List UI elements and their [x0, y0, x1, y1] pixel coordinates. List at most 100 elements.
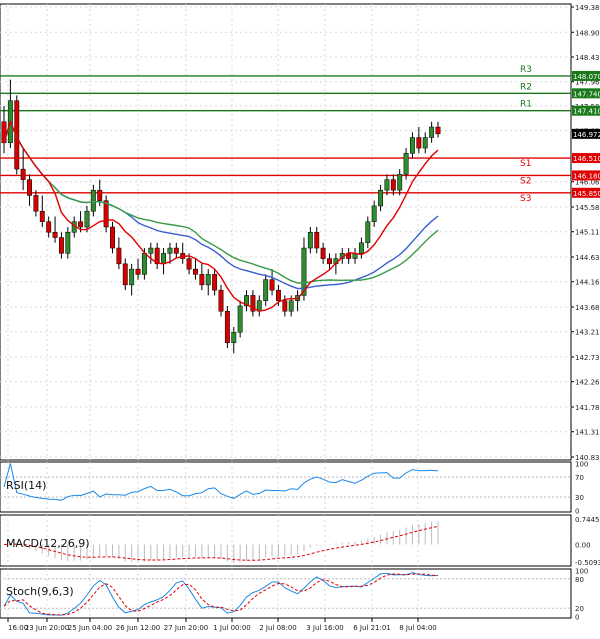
candle-body [314, 232, 320, 249]
forex-chart: 149.380148.900148.430147.960147.500147.0… [0, 0, 600, 635]
level-price-label: 146.180 [573, 172, 600, 180]
candle-body [231, 332, 237, 344]
candle-body [58, 237, 64, 254]
level-price-label: 148.070 [573, 73, 600, 81]
level-price-label: 145.850 [573, 190, 600, 198]
candle-body [52, 232, 58, 238]
candle-body [84, 210, 90, 228]
candle-body [282, 300, 288, 312]
level-name-s1: S1 [520, 159, 531, 169]
candle-body [269, 279, 275, 291]
candle-body [416, 137, 422, 149]
candle-body [39, 210, 45, 222]
price-tick-label: 148.900 [575, 29, 600, 37]
candle-body [224, 310, 230, 344]
price-tick-label: 145.110 [575, 229, 600, 237]
candle-body [410, 137, 415, 154]
rsi-title: RSI(14) [6, 479, 46, 492]
level-price-label: 147.410 [573, 108, 600, 116]
macd-title: MACD(12,26,9) [6, 537, 90, 550]
candle-body [435, 126, 441, 135]
candle-body [358, 242, 364, 254]
price-tick-label: 149.380 [575, 4, 600, 12]
price-tick-label: 141.780 [575, 404, 600, 412]
price-tick-label: 143.210 [575, 329, 600, 337]
candle-body [161, 253, 167, 265]
candle-body [116, 247, 122, 265]
candle-body [237, 305, 243, 333]
candle-body [20, 168, 26, 180]
candle-body [320, 247, 326, 259]
candle-body [390, 179, 396, 191]
stoch-axis-label: 100 [575, 567, 588, 575]
rsi-axis-label: 30 [575, 494, 584, 502]
candle-body [78, 221, 84, 228]
candle-body [27, 179, 32, 196]
candle-body [199, 274, 205, 286]
stoch-axis-label: 0 [575, 614, 579, 622]
level-price-label: 147.740 [573, 90, 600, 98]
candle-body [263, 279, 269, 301]
level-name-r3: R3 [520, 65, 532, 75]
candle-body [90, 189, 96, 212]
candle-body [173, 247, 179, 254]
chart-canvas: 149.380148.900148.430147.960147.500147.0… [0, 3, 600, 632]
time-tick-label: 6 Jul 21:01 [353, 624, 391, 632]
candle-body [397, 174, 403, 191]
time-tick-label: 1 Jul 00:00 [213, 624, 251, 632]
level-price-label: 146.510 [573, 155, 600, 163]
price-tick-label: 145.580 [575, 204, 600, 212]
candle-body [193, 268, 198, 275]
time-tick-label: 23 Jun 20:00 [25, 624, 69, 632]
candle-body [129, 268, 135, 286]
price-tick-label: 148.430 [575, 54, 600, 62]
time-tick-label: 8 Jul 04:00 [399, 624, 437, 632]
time-tick-label: 2 Jul 08:00 [259, 624, 297, 632]
price-tick-label: 143.680 [575, 304, 600, 312]
macd-axis-label: -0.5093 [575, 559, 600, 567]
stoch-axis-label: 80 [575, 576, 584, 584]
candle-body [65, 232, 71, 254]
price-tick-label: 144.160 [575, 279, 600, 287]
candle-body [205, 274, 211, 286]
level-name-s3: S3 [520, 194, 531, 204]
candle-body [288, 300, 294, 312]
candle-body [110, 226, 115, 249]
price-tick-label: 142.260 [575, 379, 600, 387]
candle-body [327, 258, 332, 265]
candle-body [141, 253, 147, 275]
candle-body [148, 247, 154, 254]
candle-body [371, 205, 377, 222]
level-name-s2: S2 [520, 176, 531, 186]
candle-body [365, 221, 371, 244]
candle-body [46, 221, 52, 233]
price-tick-label: 142.730 [575, 354, 600, 362]
indicator-panel-2 [0, 568, 572, 619]
candle-body [275, 289, 281, 301]
candle-body [378, 189, 384, 207]
candle-body [403, 153, 409, 175]
rsi-axis-label: 0 [575, 508, 579, 516]
level-name-r2: R2 [520, 82, 532, 92]
candle-body [429, 126, 435, 138]
candle-body [103, 200, 109, 228]
candle-body [33, 195, 39, 212]
price-tick-label: 144.630 [575, 254, 600, 262]
macd-axis-label: 0.00 [575, 542, 591, 550]
current-price-label: 146.972 [573, 131, 600, 139]
candle-body [122, 263, 128, 286]
candle-body [384, 179, 390, 191]
time-tick-label: 3 Jul 16:00 [306, 624, 344, 632]
price-tick-label: 141.310 [575, 429, 600, 437]
candle-body [135, 268, 141, 275]
time-tick-label: 27 Jun 20:00 [164, 624, 208, 632]
stoch-title: Stoch(9,6,3) [6, 585, 74, 598]
indicator-panel-0 [0, 461, 572, 513]
candle-body [307, 232, 313, 249]
time-tick-label: 26 Jun 12:00 [116, 624, 160, 632]
rsi-axis-label: 70 [575, 474, 584, 482]
rsi-axis-label: 100 [575, 461, 588, 469]
candle-body [212, 274, 218, 291]
macd-axis-label: 0.7445 [575, 516, 600, 524]
candle-body [422, 137, 428, 149]
